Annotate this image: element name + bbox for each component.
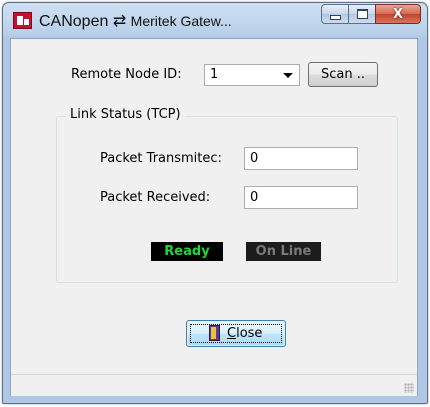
dialog-client-area: Remote Node ID: 1 Scan .. Link Status (T… — [10, 38, 418, 396]
scan-button[interactable]: Scan .. — [308, 62, 378, 87]
packet-transmitted-value: 0 — [250, 151, 259, 166]
window-title-rest: Meritek Gatew... — [130, 13, 232, 29]
resize-grip-icon[interactable] — [404, 383, 414, 393]
window-title-main: CANopen ⇄ — [39, 13, 131, 30]
packet-received-field[interactable]: 0 — [244, 186, 358, 209]
packet-received-value: 0 — [250, 190, 259, 205]
window-controls: X — [321, 4, 421, 26]
window-title: CANopen ⇄ Meritek Gatew... — [39, 11, 232, 31]
remote-node-id-select[interactable]: 1 — [204, 64, 300, 86]
packet-transmitted-label: Packet Transmitec: — [100, 151, 222, 166]
packet-received-label: Packet Received: — [100, 190, 211, 205]
chevron-down-icon — [283, 73, 293, 78]
maximize-icon — [356, 9, 368, 19]
maximize-button[interactable] — [349, 4, 375, 24]
minimize-icon — [329, 14, 341, 20]
close-window-button[interactable]: X — [375, 4, 421, 24]
gateway-window: CANopen ⇄ Meritek Gatew... X Remote Node… — [2, 2, 428, 404]
close-button-label-rest: lose — [236, 326, 263, 341]
title-bar[interactable]: CANopen ⇄ Meritek Gatew... X — [3, 3, 427, 39]
remote-node-id-label: Remote Node ID: — [71, 67, 182, 82]
link-status-group-title: Link Status (TCP) — [66, 107, 185, 122]
status-bar — [11, 374, 417, 396]
online-status-badge: On Line — [246, 242, 321, 261]
ready-status-badge: Ready — [151, 242, 223, 261]
door-leaf — [211, 327, 216, 339]
door-exit-icon — [209, 325, 221, 342]
app-logo-icon[interactable] — [13, 12, 32, 29]
close-button-label: Close — [227, 326, 262, 341]
minimize-button[interactable] — [321, 4, 349, 24]
remote-node-id-value: 1 — [210, 67, 219, 82]
close-icon: X — [392, 6, 404, 22]
close-button[interactable]: Close — [186, 320, 286, 347]
packet-transmitted-field[interactable]: 0 — [244, 147, 358, 170]
close-button-mnemonic: C — [227, 326, 237, 341]
